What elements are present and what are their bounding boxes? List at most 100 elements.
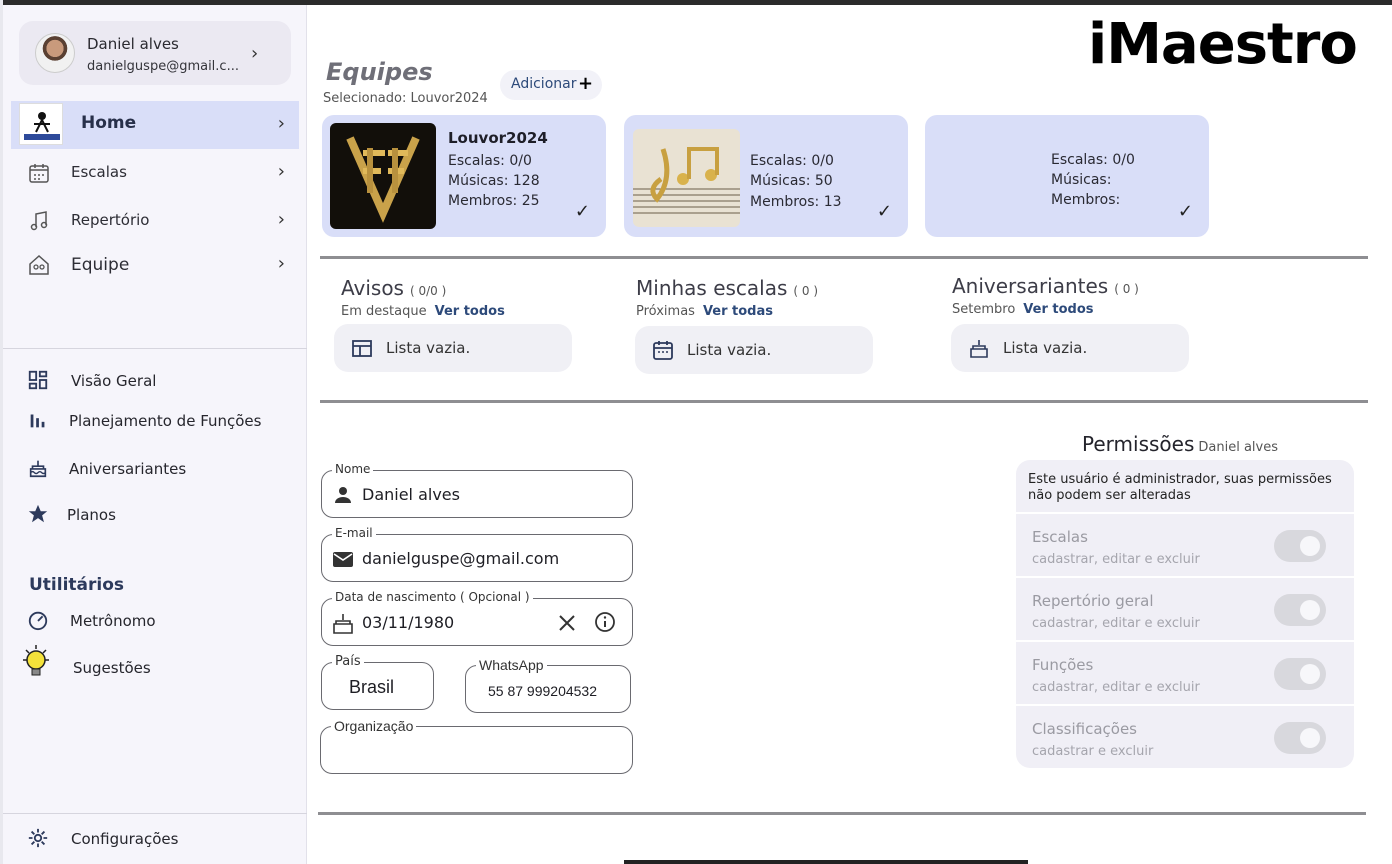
team-card[interactable]: Louvor2024 Escalas: 0/0 Músicas: 128 Mem… bbox=[322, 115, 606, 237]
permission-toggle[interactable] bbox=[1274, 722, 1326, 754]
permission-toggle[interactable] bbox=[1274, 658, 1326, 690]
tool-label: Sugestões bbox=[73, 659, 151, 677]
email-field-value: danielguspe@gmail.com bbox=[362, 549, 560, 568]
nav-label-equipe: Equipe bbox=[71, 255, 130, 275]
permission-desc: cadastrar e excluir bbox=[1032, 744, 1154, 759]
info-count: ( 0 ) bbox=[793, 284, 819, 298]
tool-item-planejamento[interactable]: Planejamento de Funções bbox=[27, 405, 297, 437]
tool-label: Configurações bbox=[71, 830, 179, 848]
tool-item-metronomo[interactable]: Metrônomo bbox=[27, 605, 297, 637]
tool-item-planos[interactable]: Planos bbox=[27, 499, 297, 531]
team-card[interactable]: Escalas: 0/0 Músicas: 50 Membros: 13 ✓ bbox=[624, 115, 908, 237]
add-team-button[interactable]: Adicionar + bbox=[500, 70, 602, 100]
cake-icon bbox=[970, 340, 988, 358]
ver-todos-link[interactable]: Ver todos bbox=[435, 304, 505, 319]
country-field[interactable]: País Brasil bbox=[321, 654, 434, 710]
permissions-note: Este usuário é administrador, suas permi… bbox=[1028, 472, 1332, 503]
organization-field[interactable]: Organização bbox=[320, 718, 633, 774]
tool-label: Planos bbox=[67, 506, 116, 524]
permission-desc: cadastrar, editar e excluir bbox=[1032, 552, 1200, 567]
chevron-right-icon: › bbox=[277, 209, 285, 230]
section-divider bbox=[320, 400, 1368, 403]
whatsapp-field[interactable]: WhatsApp 55 87 999204532 bbox=[465, 657, 631, 713]
section-divider bbox=[320, 256, 1368, 259]
user-email: danielguspe@gmail.c... bbox=[87, 59, 239, 74]
email-field-label: E-mail bbox=[332, 526, 376, 540]
team-musicas: Músicas: 128 bbox=[448, 173, 540, 189]
name-field[interactable]: Nome Daniel alves bbox=[321, 462, 633, 518]
window-bottom-bar bbox=[624, 860, 1028, 864]
nav-item-equipe[interactable]: Equipe › bbox=[11, 241, 299, 289]
tool-item-visao-geral[interactable]: Visão Geral bbox=[27, 365, 297, 397]
info-title: Avisos bbox=[341, 276, 404, 300]
team-membros: Membros: 13 bbox=[750, 194, 842, 210]
tool-item-sugestoes[interactable]: Sugestões bbox=[19, 643, 289, 677]
email-field[interactable]: E-mail danielguspe@gmail.com bbox=[321, 526, 633, 582]
chevron-right-icon: › bbox=[277, 161, 285, 182]
lightbulb-icon bbox=[23, 645, 49, 676]
user-name: Daniel alves bbox=[87, 35, 179, 53]
cake-icon bbox=[29, 460, 47, 478]
team-musicas: Músicas: bbox=[1051, 172, 1112, 188]
permission-desc: cadastrar, editar e excluir bbox=[1032, 616, 1200, 631]
speedometer-icon bbox=[28, 611, 48, 631]
dashboard-icon bbox=[28, 370, 48, 390]
team-card[interactable]: Escalas: 0/0 Músicas: Membros: ✓ bbox=[925, 115, 1209, 237]
ver-todas-link[interactable]: Ver todas bbox=[703, 304, 773, 319]
utilities-title: Utilitários bbox=[29, 575, 125, 595]
teams-selected: Selecionado: Louvor2024 bbox=[323, 91, 488, 106]
nav-item-repertorio[interactable]: Repertório › bbox=[11, 197, 299, 245]
sidebar-divider bbox=[3, 813, 307, 814]
brand-logo: iMaestro bbox=[1088, 12, 1358, 77]
name-field-label: Nome bbox=[332, 462, 374, 476]
nav-item-escalas[interactable]: Escalas › bbox=[11, 149, 299, 197]
birthdate-field[interactable]: Data de nascimento ( Opcional ) 03/11/19… bbox=[321, 590, 633, 646]
tool-label: Aniversariantes bbox=[69, 460, 187, 478]
music-sheet-image bbox=[633, 129, 740, 227]
permission-desc: cadastrar, editar e excluir bbox=[1032, 680, 1200, 695]
calendar-icon bbox=[653, 341, 673, 360]
avatar bbox=[35, 33, 75, 73]
tool-item-aniversariantes[interactable]: Aniversariantes bbox=[27, 453, 297, 485]
team-escalas: Escalas: 0/0 bbox=[448, 153, 532, 169]
permission-toggle[interactable] bbox=[1274, 594, 1326, 626]
nav-label-escalas: Escalas bbox=[71, 163, 127, 181]
team-escalas: Escalas: 0/0 bbox=[1051, 152, 1135, 168]
team-musicas: Músicas: 50 bbox=[750, 173, 833, 189]
imaestro-logo-icon bbox=[19, 103, 63, 145]
check-icon: ✓ bbox=[876, 201, 892, 222]
chevron-right-icon: › bbox=[277, 253, 285, 274]
team-logo-image bbox=[330, 123, 436, 229]
info-title: Minhas escalas bbox=[636, 276, 788, 300]
permission-toggle[interactable] bbox=[1274, 530, 1326, 562]
info-count: ( 0/0 ) bbox=[409, 284, 447, 298]
whatsapp-field-label: WhatsApp bbox=[476, 657, 547, 673]
chevron-right-icon: › bbox=[277, 113, 285, 134]
whatsapp-field-value: 55 87 999204532 bbox=[488, 683, 597, 699]
check-icon: ✓ bbox=[574, 201, 590, 222]
sidebar: Daniel alves danielguspe@gmail.c... › Ho… bbox=[3, 5, 307, 864]
empty-list-box: Lista vazia. bbox=[951, 324, 1189, 372]
nav-item-home[interactable]: Home › bbox=[11, 101, 299, 149]
user-profile-card[interactable]: Daniel alves danielguspe@gmail.c... › bbox=[19, 21, 291, 85]
check-icon: ✓ bbox=[1177, 201, 1193, 222]
list-calendar-icon bbox=[352, 340, 372, 357]
plus-icon: + bbox=[578, 73, 594, 94]
ver-todos-link[interactable]: Ver todos bbox=[1023, 302, 1093, 317]
team-membros: Membros: 25 bbox=[448, 193, 540, 209]
info-icon[interactable] bbox=[594, 611, 616, 633]
music-note-icon bbox=[30, 211, 48, 231]
permission-row: Repertório geral cadastrar, editar e exc… bbox=[1016, 576, 1354, 640]
name-field-value: Daniel alves bbox=[362, 485, 460, 504]
tool-label: Planejamento de Funções bbox=[69, 412, 262, 430]
chevron-right-icon: › bbox=[251, 43, 259, 64]
empty-list-text: Lista vazia. bbox=[687, 341, 772, 359]
permission-row: Funções cadastrar, editar e excluir bbox=[1016, 640, 1354, 704]
permission-name: Escalas bbox=[1032, 528, 1088, 546]
clear-icon[interactable] bbox=[556, 612, 578, 634]
empty-list-text: Lista vazia. bbox=[386, 339, 471, 357]
avisos-section: Avisos ( 0/0 ) Em destaque Ver todos bbox=[341, 276, 581, 319]
gear-icon bbox=[28, 828, 48, 848]
tool-item-configuracoes[interactable]: Configurações bbox=[27, 823, 297, 855]
info-count: ( 0 ) bbox=[1114, 282, 1139, 296]
